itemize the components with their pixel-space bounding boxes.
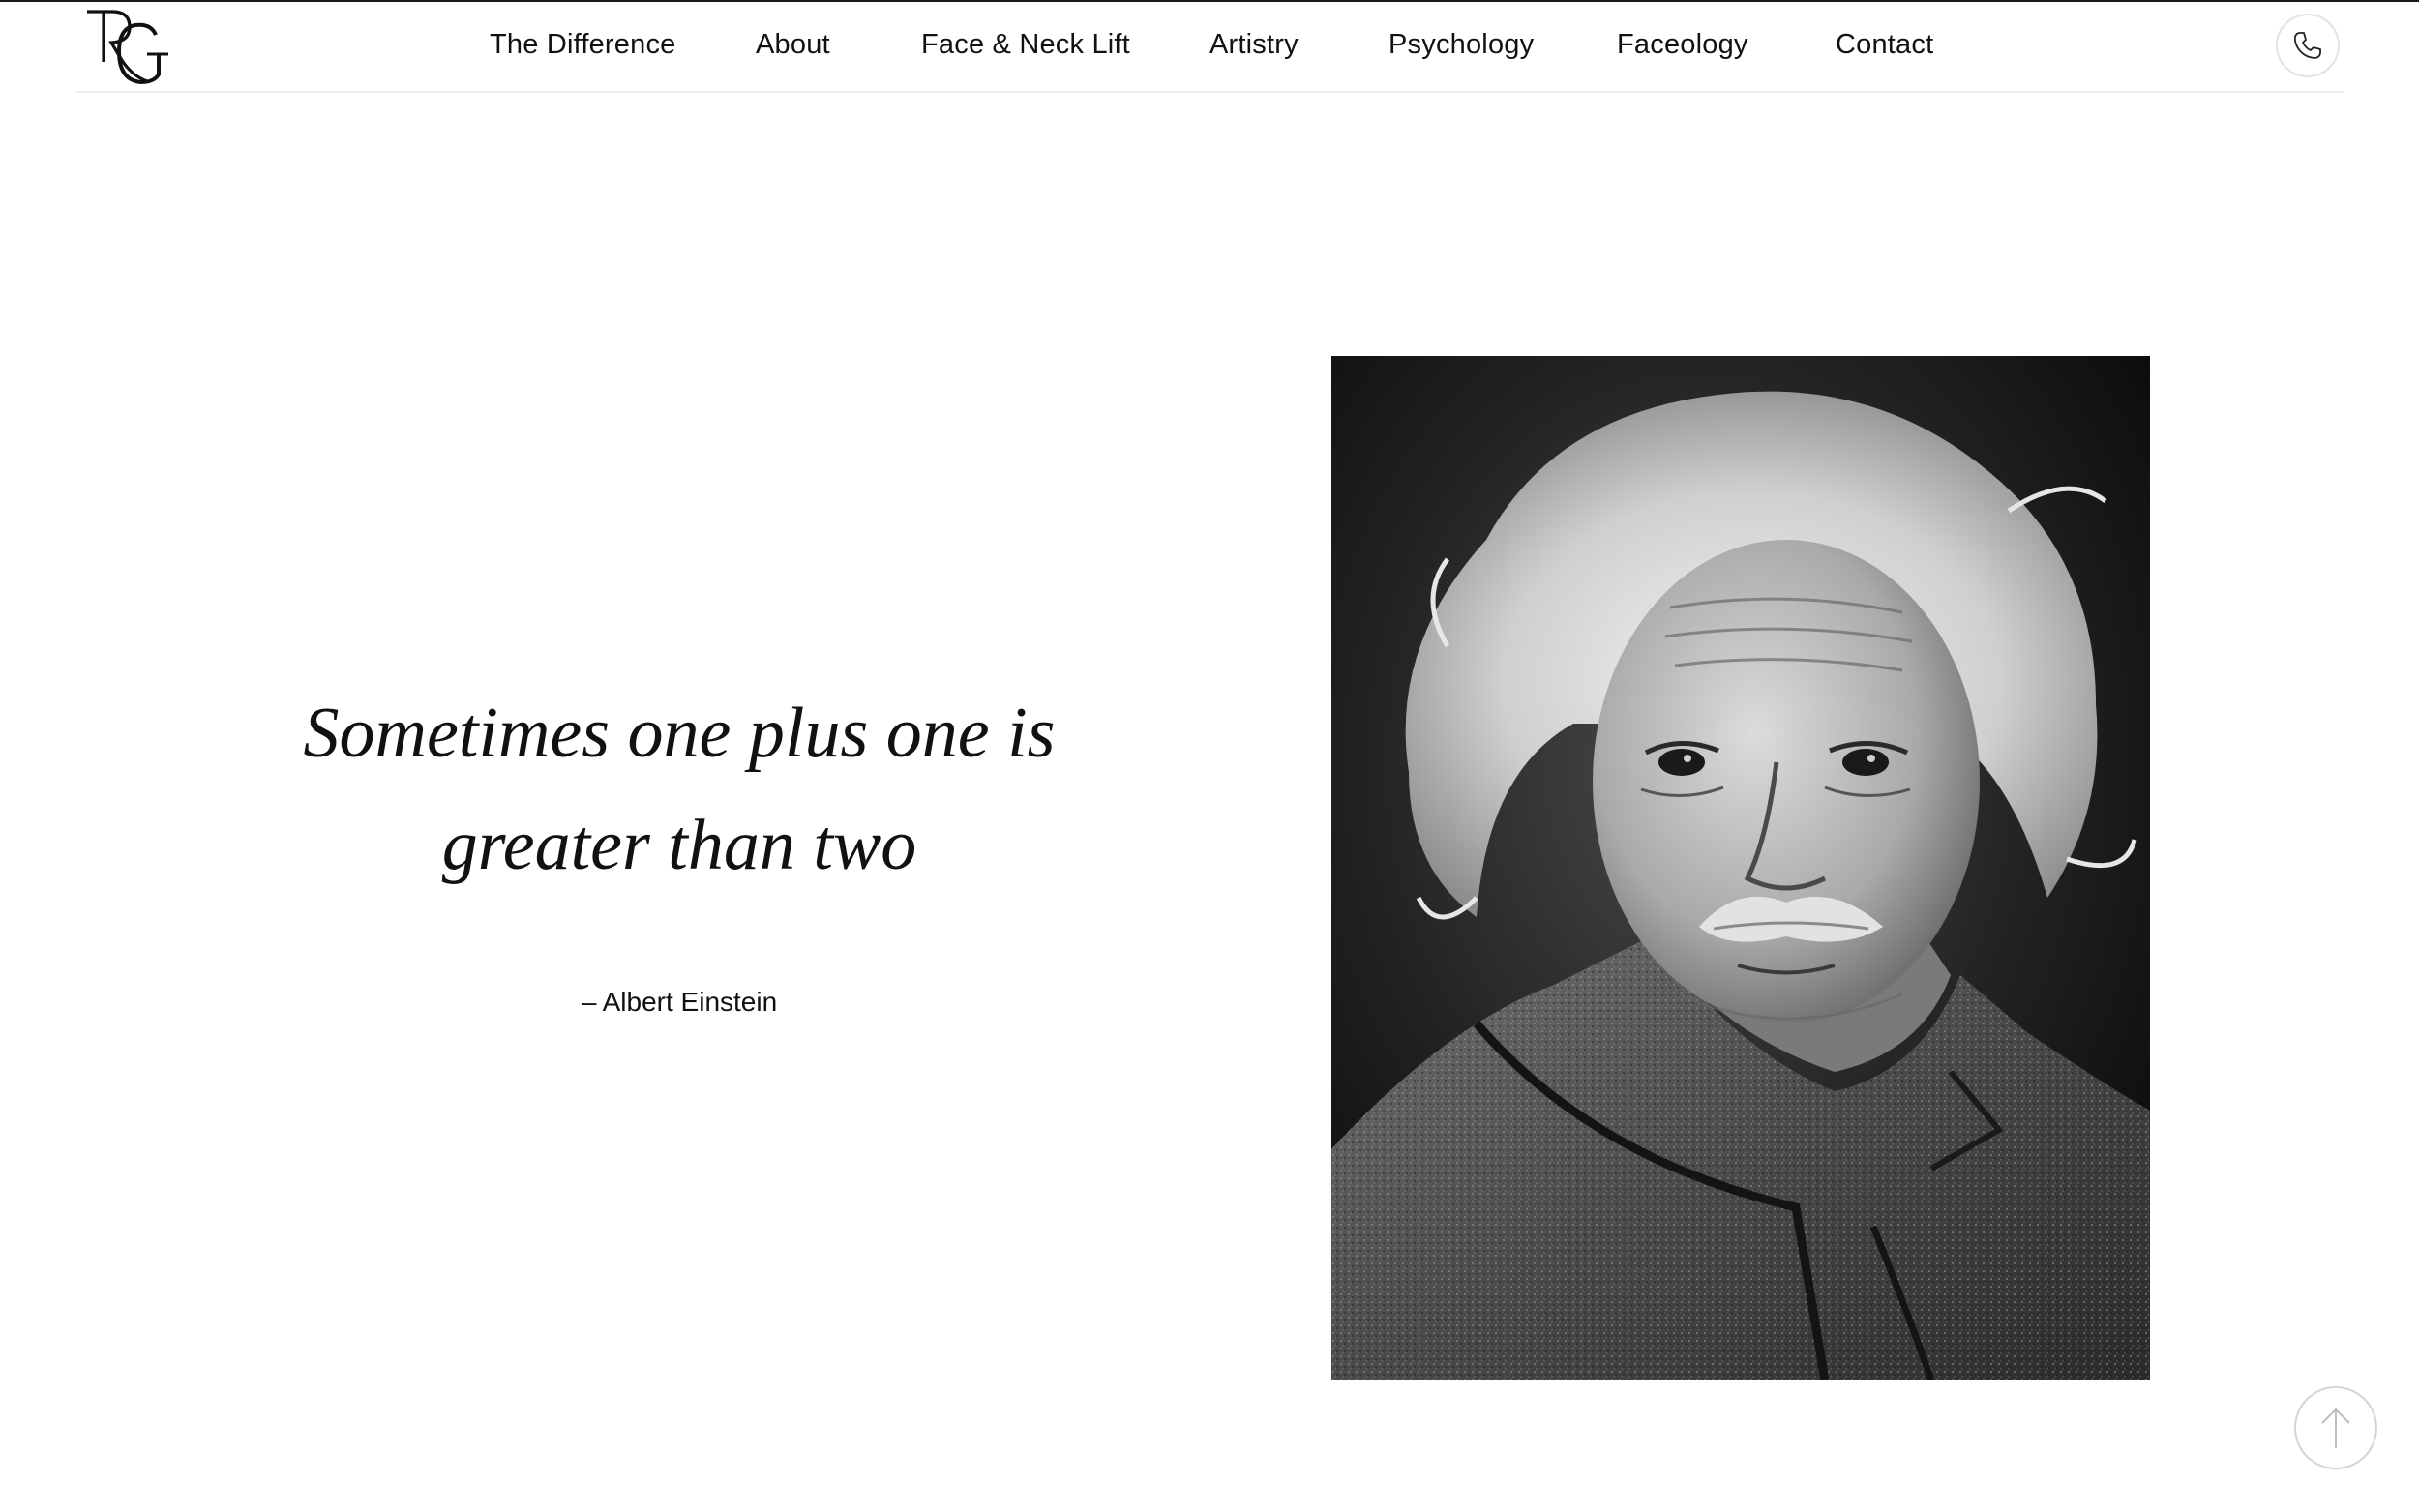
- quote-section: Sometimes one plus one is greater than t…: [242, 677, 1117, 1022]
- main-navigation: The Difference About Face & Neck Lift Ar…: [0, 0, 2419, 91]
- phone-icon: [2293, 32, 2321, 59]
- header-divider: [75, 91, 2344, 93]
- page: The Difference About Face & Neck Lift Ar…: [0, 0, 2419, 1512]
- quote-text: Sometimes one plus one is greater than t…: [303, 694, 1056, 885]
- nav-psychology[interactable]: Psychology: [1389, 23, 1534, 66]
- nav-about[interactable]: About: [756, 23, 830, 66]
- phone-button[interactable]: [2276, 14, 2340, 77]
- portrait-illustration: [1331, 356, 2150, 1380]
- nav-contact[interactable]: Contact: [1836, 23, 1933, 66]
- nav-artistry[interactable]: Artistry: [1210, 23, 1299, 66]
- scroll-to-top-button[interactable]: [2294, 1386, 2377, 1469]
- portrait-photo: [1331, 356, 2150, 1380]
- nav-faceology[interactable]: Faceology: [1617, 23, 1748, 66]
- quote-author: – Albert Einstein: [581, 987, 778, 1017]
- arrow-up-icon: [2321, 1408, 2350, 1448]
- nav-face-neck-lift[interactable]: Face & Neck Lift: [921, 23, 1130, 66]
- nav-the-difference[interactable]: The Difference: [490, 23, 675, 66]
- site-header: The Difference About Face & Neck Lift Ar…: [0, 0, 2419, 93]
